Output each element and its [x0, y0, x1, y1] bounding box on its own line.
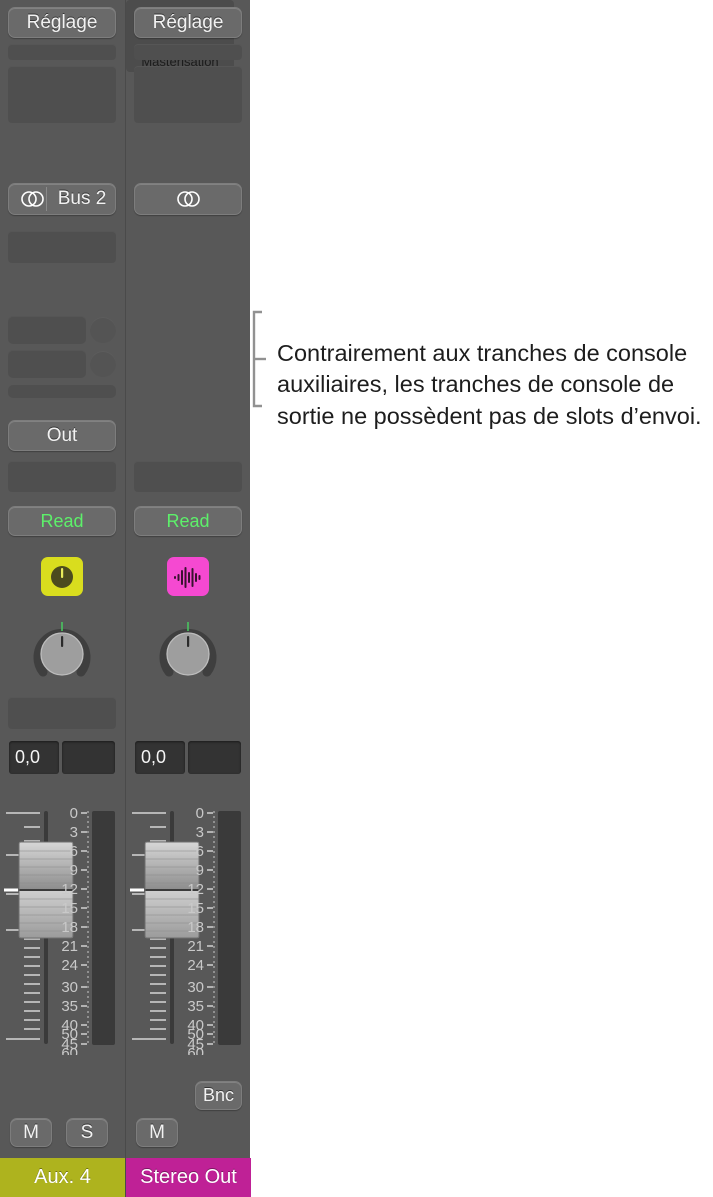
stereo-circles-icon [18, 189, 46, 209]
send-slot-3[interactable] [8, 385, 116, 398]
peak-value-aux4[interactable] [62, 741, 115, 774]
svg-text:35: 35 [61, 998, 78, 1015]
svg-text:50: 50 [61, 1026, 78, 1043]
eq-display-slot-stereoout[interactable] [134, 66, 242, 123]
waveform-icon[interactable] [167, 557, 209, 596]
stereo-circles-icon [174, 189, 202, 209]
group-button-aux4[interactable]: Out [8, 420, 116, 451]
channel-strip-aux4[interactable]: Réglage Bus 2 Out Read 0,0 0 3 6 9 12 15… [0, 0, 125, 1197]
pan-knob-stereoout[interactable] [157, 620, 219, 688]
send-slot-1[interactable] [8, 316, 86, 344]
svg-text:9: 9 [70, 862, 78, 879]
svg-text:12: 12 [61, 881, 78, 898]
svg-text:30: 30 [61, 979, 78, 996]
volume-value-stereoout[interactable]: 0,0 [135, 741, 185, 774]
automation-mode-button-stereoout[interactable]: Read [134, 506, 242, 536]
svg-text:3: 3 [70, 824, 78, 841]
svg-text:21: 21 [61, 938, 78, 955]
mute-button-aux4[interactable]: M [10, 1118, 52, 1147]
peak-value-stereoout[interactable] [188, 741, 241, 774]
send-row-1[interactable] [8, 316, 116, 344]
svg-text:24: 24 [187, 957, 204, 974]
svg-text:35: 35 [187, 998, 204, 1015]
svg-text:6: 6 [70, 843, 78, 860]
svg-text:3: 3 [196, 824, 204, 841]
svg-text:9: 9 [196, 862, 204, 879]
svg-text:6: 6 [196, 843, 204, 860]
automation-mode-button-aux4[interactable]: Read [8, 506, 116, 536]
svg-text:12: 12 [187, 881, 204, 898]
svg-text:15: 15 [187, 900, 204, 917]
group-slot-stereoout[interactable] [134, 461, 242, 492]
svg-text:0: 0 [70, 805, 78, 822]
solo-button-aux4[interactable]: S [66, 1118, 108, 1147]
svg-text:30: 30 [187, 979, 204, 996]
eq-thumbnail-slot-stereoout[interactable] [134, 44, 242, 60]
svg-text:18: 18 [187, 919, 204, 936]
channel-name-stereoout[interactable]: Stereo Out [126, 1158, 251, 1197]
fader-area-aux4[interactable]: 036 9 12 15 18 21 24 30 35 40 45 [0, 805, 125, 1050]
insert-slot-aux4[interactable] [8, 231, 116, 263]
svg-text:60: 60 [187, 1045, 204, 1055]
send-slot-2[interactable] [8, 350, 86, 378]
output-button-aux4[interactable]: Bus 2 [8, 183, 116, 215]
output-button-stereoout[interactable] [134, 183, 242, 215]
send-level-knob-2[interactable] [90, 351, 116, 377]
svg-text:21: 21 [187, 938, 204, 955]
scale-lower-stereoout: 50 60 [126, 1025, 251, 1062]
group-slot-aux4[interactable] [8, 461, 116, 492]
eq-thumbnail-slot-aux4[interactable] [8, 44, 116, 60]
svg-text:15: 15 [61, 900, 78, 917]
setting-button-stereoout[interactable]: Réglage [134, 7, 242, 38]
mute-button-stereoout[interactable]: M [136, 1118, 178, 1147]
output-button-divider [46, 187, 47, 211]
mixer-window: Réglage Bus 2 Out Read 0,0 0 3 6 9 12 15… [0, 0, 251, 1197]
output-button-label: Bus 2 [57, 188, 107, 209]
annotation-text: Contrairement aux tranches de console au… [277, 340, 702, 429]
eq-display-slot-aux4[interactable] [8, 66, 116, 123]
svg-text:24: 24 [61, 957, 78, 974]
fader-area-stereoout[interactable]: 036 9 12 15 18 21 24 30 35 40 45 [126, 805, 251, 1050]
volume-value-aux4[interactable]: 0,0 [9, 741, 59, 774]
channel-strip-stereoout[interactable]: Réglage Mastérisation Read 0,0 0 3 6 9 1… [125, 0, 251, 1197]
svg-text:18: 18 [61, 919, 78, 936]
empty-sends-region-stereoout [134, 310, 242, 410]
bounce-button-stereoout[interactable]: Bnc [195, 1081, 242, 1110]
svg-text:0: 0 [196, 805, 204, 822]
gain-knob-icon[interactable] [41, 557, 83, 596]
send-row-2[interactable] [8, 350, 116, 378]
pan-value-slot-aux4[interactable] [8, 697, 116, 729]
svg-text:50: 50 [187, 1026, 204, 1043]
pan-knob-aux4[interactable] [31, 620, 93, 688]
svg-text:60: 60 [61, 1045, 78, 1055]
send-level-knob-1[interactable] [90, 317, 116, 343]
setting-button-aux4[interactable]: Réglage [8, 7, 116, 38]
channel-name-aux4[interactable]: Aux. 4 [0, 1158, 125, 1197]
scale-lower-aux4: 50 60 [0, 1025, 125, 1062]
